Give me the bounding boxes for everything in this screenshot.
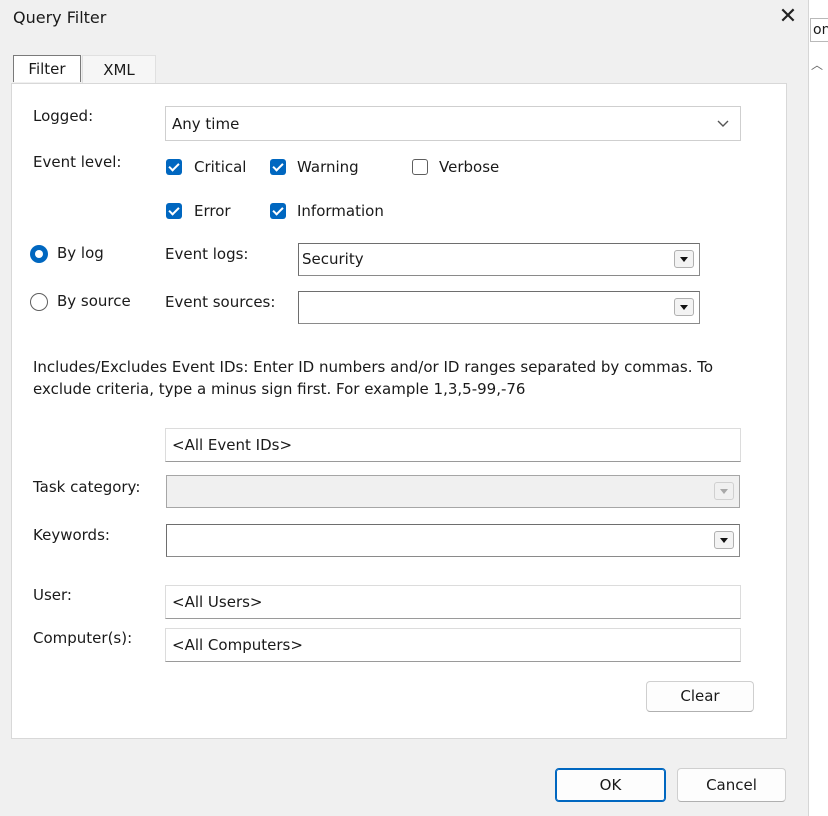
cancel-button[interactable]: Cancel bbox=[677, 768, 786, 802]
by-source-radio[interactable] bbox=[30, 293, 48, 311]
verbose-checkbox[interactable] bbox=[412, 159, 428, 175]
clear-button[interactable]: Clear bbox=[646, 681, 754, 712]
tab-xml[interactable]: XML bbox=[82, 55, 156, 84]
computers-value: <All Computers> bbox=[172, 636, 303, 654]
background-window-field: on bbox=[810, 18, 828, 42]
information-checkbox[interactable] bbox=[270, 203, 286, 219]
keywords-dropdown[interactable] bbox=[166, 524, 740, 557]
tab-filter[interactable]: Filter bbox=[13, 55, 81, 82]
query-filter-dialog: Query Filter ✕ XML Filter Logged: Any ti… bbox=[0, 0, 808, 816]
keywords-label: Keywords: bbox=[33, 526, 110, 544]
warning-label: Warning bbox=[297, 158, 359, 176]
event-level-label: Event level: bbox=[33, 153, 122, 171]
dropdown-arrow-icon bbox=[714, 482, 734, 500]
event-logs-label: Event logs: bbox=[165, 245, 249, 263]
task-category-dropdown[interactable] bbox=[166, 475, 740, 508]
error-label: Error bbox=[194, 202, 231, 220]
computers-label: Computer(s): bbox=[33, 629, 133, 647]
chevron-down-icon bbox=[716, 116, 730, 130]
logged-label: Logged: bbox=[33, 107, 94, 125]
verbose-label: Verbose bbox=[439, 158, 500, 176]
critical-label: Critical bbox=[194, 158, 247, 176]
user-label: User: bbox=[33, 586, 72, 604]
warning-checkbox[interactable] bbox=[270, 159, 286, 175]
logged-select[interactable]: Any time bbox=[165, 106, 741, 141]
critical-checkbox[interactable] bbox=[166, 159, 182, 175]
event-logs-dropdown[interactable]: Security bbox=[298, 243, 700, 276]
event-sources-label: Event sources: bbox=[165, 293, 276, 311]
user-input[interactable]: <All Users> bbox=[165, 585, 741, 619]
by-log-radio[interactable] bbox=[30, 245, 48, 263]
event-ids-value: <All Event IDs> bbox=[172, 436, 293, 454]
logged-value: Any time bbox=[172, 115, 240, 133]
dropdown-arrow-icon[interactable] bbox=[674, 250, 694, 268]
dropdown-arrow-icon[interactable] bbox=[714, 531, 734, 549]
by-source-label: By source bbox=[57, 292, 131, 310]
event-sources-dropdown[interactable] bbox=[298, 291, 700, 324]
chevron-up-icon: ︿ bbox=[810, 58, 823, 72]
event-ids-input[interactable]: <All Event IDs> bbox=[165, 428, 741, 462]
computers-input[interactable]: <All Computers> bbox=[165, 628, 741, 662]
background-window bbox=[808, 0, 828, 816]
close-icon[interactable]: ✕ bbox=[776, 4, 800, 30]
event-logs-value: Security bbox=[302, 250, 364, 268]
error-checkbox[interactable] bbox=[166, 203, 182, 219]
ok-button[interactable]: OK bbox=[555, 768, 666, 802]
task-category-label: Task category: bbox=[33, 478, 141, 496]
event-ids-help-line1: Includes/Excludes Event IDs: Enter ID nu… bbox=[33, 358, 714, 376]
user-value: <All Users> bbox=[172, 593, 263, 611]
event-ids-help-line2: exclude criteria, type a minus sign firs… bbox=[33, 380, 526, 398]
by-log-label: By log bbox=[57, 244, 104, 262]
information-label: Information bbox=[297, 202, 384, 220]
dropdown-arrow-icon[interactable] bbox=[674, 298, 694, 316]
dialog-title: Query Filter bbox=[13, 8, 107, 27]
